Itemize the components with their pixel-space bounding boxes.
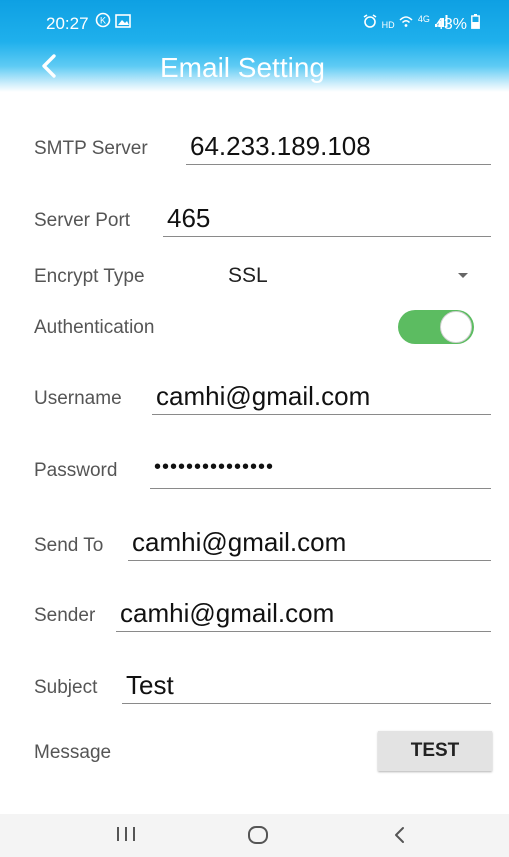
server-port-input[interactable]: 465 (167, 203, 210, 234)
password-label: Password (34, 460, 118, 481)
encrypt-type-select[interactable]: SSL (228, 264, 268, 288)
system-nav-bar (0, 814, 509, 857)
status-left-icons: K (95, 12, 131, 32)
sender-label: Sender (34, 605, 96, 626)
svg-text:K: K (100, 16, 106, 26)
network-type: 4G (417, 14, 430, 24)
password-underline (150, 488, 491, 489)
hd-icon: HD (381, 20, 395, 30)
server-port-underline (163, 236, 491, 237)
password-input[interactable]: ••••••••••••••• (154, 456, 274, 479)
sender-input[interactable]: camhi@gmail.com (120, 598, 334, 629)
authentication-label: Authentication (34, 317, 155, 338)
back-icon (390, 827, 410, 850)
home-button[interactable] (248, 826, 268, 844)
send-to-label: Send To (34, 535, 104, 556)
page-title: Email Setting (160, 52, 325, 83)
smtp-server-underline (186, 164, 491, 165)
toggle-knob (440, 311, 472, 343)
encrypt-type-label: Encrypt Type (34, 266, 145, 287)
subject-label: Subject (34, 677, 98, 698)
username-underline (152, 414, 491, 415)
status-battery: 43% (435, 14, 481, 34)
dropdown-arrow-icon[interactable] (458, 273, 468, 278)
send-to-underline (128, 560, 491, 561)
username-label: Username (34, 388, 122, 409)
send-to-input[interactable]: camhi@gmail.com (132, 527, 346, 558)
status-time: 20:27 (46, 14, 89, 33)
server-port-label: Server Port (34, 210, 131, 231)
sender-underline (116, 631, 491, 632)
recent-apps-button[interactable] (114, 824, 138, 844)
message-label: Message (34, 742, 112, 763)
notification-icon: K (95, 12, 115, 32)
chevron-left-icon (30, 54, 74, 92)
image-icon (115, 14, 131, 32)
subject-input[interactable]: Test (126, 670, 174, 701)
test-button[interactable]: TEST (378, 731, 492, 771)
subject-underline (122, 703, 491, 704)
status-bar: 20:27 K HD 4G 43% (0, 12, 509, 38)
recent-apps-icon (114, 827, 138, 848)
nav-back-button[interactable] (390, 824, 410, 846)
smtp-server-label: SMTP Server (34, 138, 148, 159)
battery-percent: 43% (435, 16, 468, 33)
username-input[interactable]: camhi@gmail.com (156, 381, 370, 412)
wifi-icon (398, 16, 418, 31)
alarm-icon (362, 14, 382, 31)
smtp-server-input[interactable]: 64.233.189.108 (190, 131, 371, 162)
battery-icon (471, 14, 481, 33)
app-header: 20:27 K HD 4G 43% Email Setting (0, 0, 509, 92)
authentication-toggle[interactable] (398, 310, 474, 344)
back-button[interactable] (30, 44, 74, 88)
